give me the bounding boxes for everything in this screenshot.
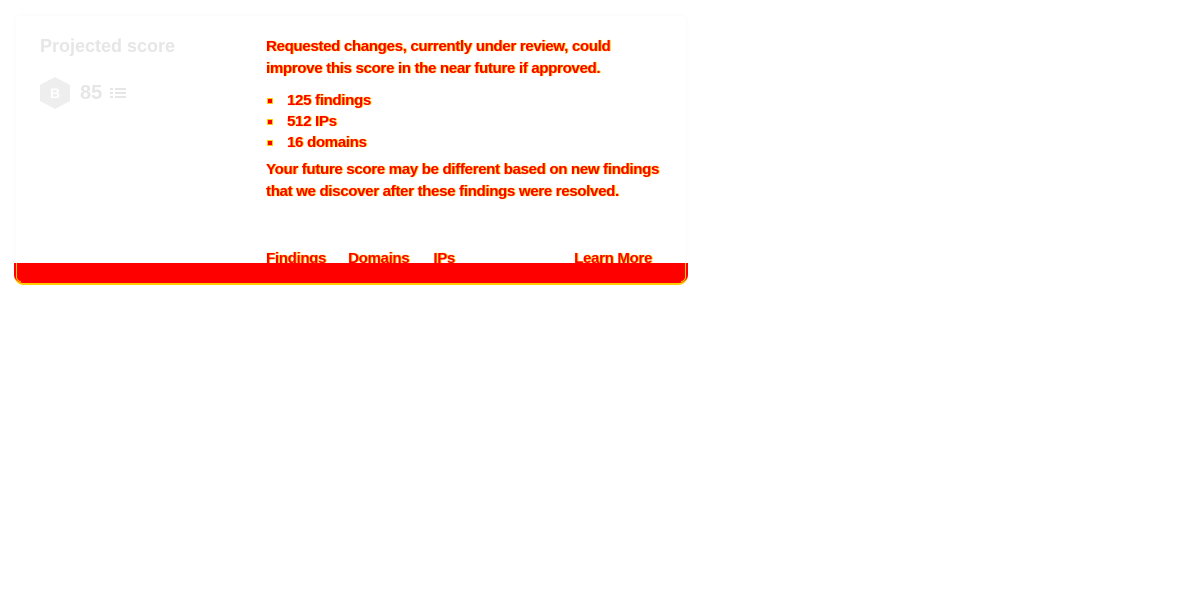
projected-score-card: Projected score B 85 Requested changes, … [16, 16, 686, 268]
grade-hexagon-icon: B [40, 77, 70, 109]
review-message: Requested changes, currently under revie… [266, 38, 611, 77]
list-item: 125 findings [266, 90, 666, 111]
list-icon[interactable] [110, 86, 127, 100]
disclaimer-text: Your future score may be different based… [266, 161, 659, 200]
list-item: 16 domains [266, 132, 666, 153]
grade-letter: B [49, 85, 61, 101]
score-value: 85 [80, 81, 103, 104]
stats-list: 125 findings 512 IPs 16 domains [266, 90, 666, 153]
score-summary: Projected score B 85 [40, 36, 240, 109]
card-footer-bar [14, 263, 688, 285]
list-item: 512 IPs [266, 111, 666, 132]
card-title: Projected score [40, 36, 176, 56]
score-row: B 85 [40, 77, 240, 109]
projection-details: Requested changes, currently under revie… [266, 36, 666, 267]
